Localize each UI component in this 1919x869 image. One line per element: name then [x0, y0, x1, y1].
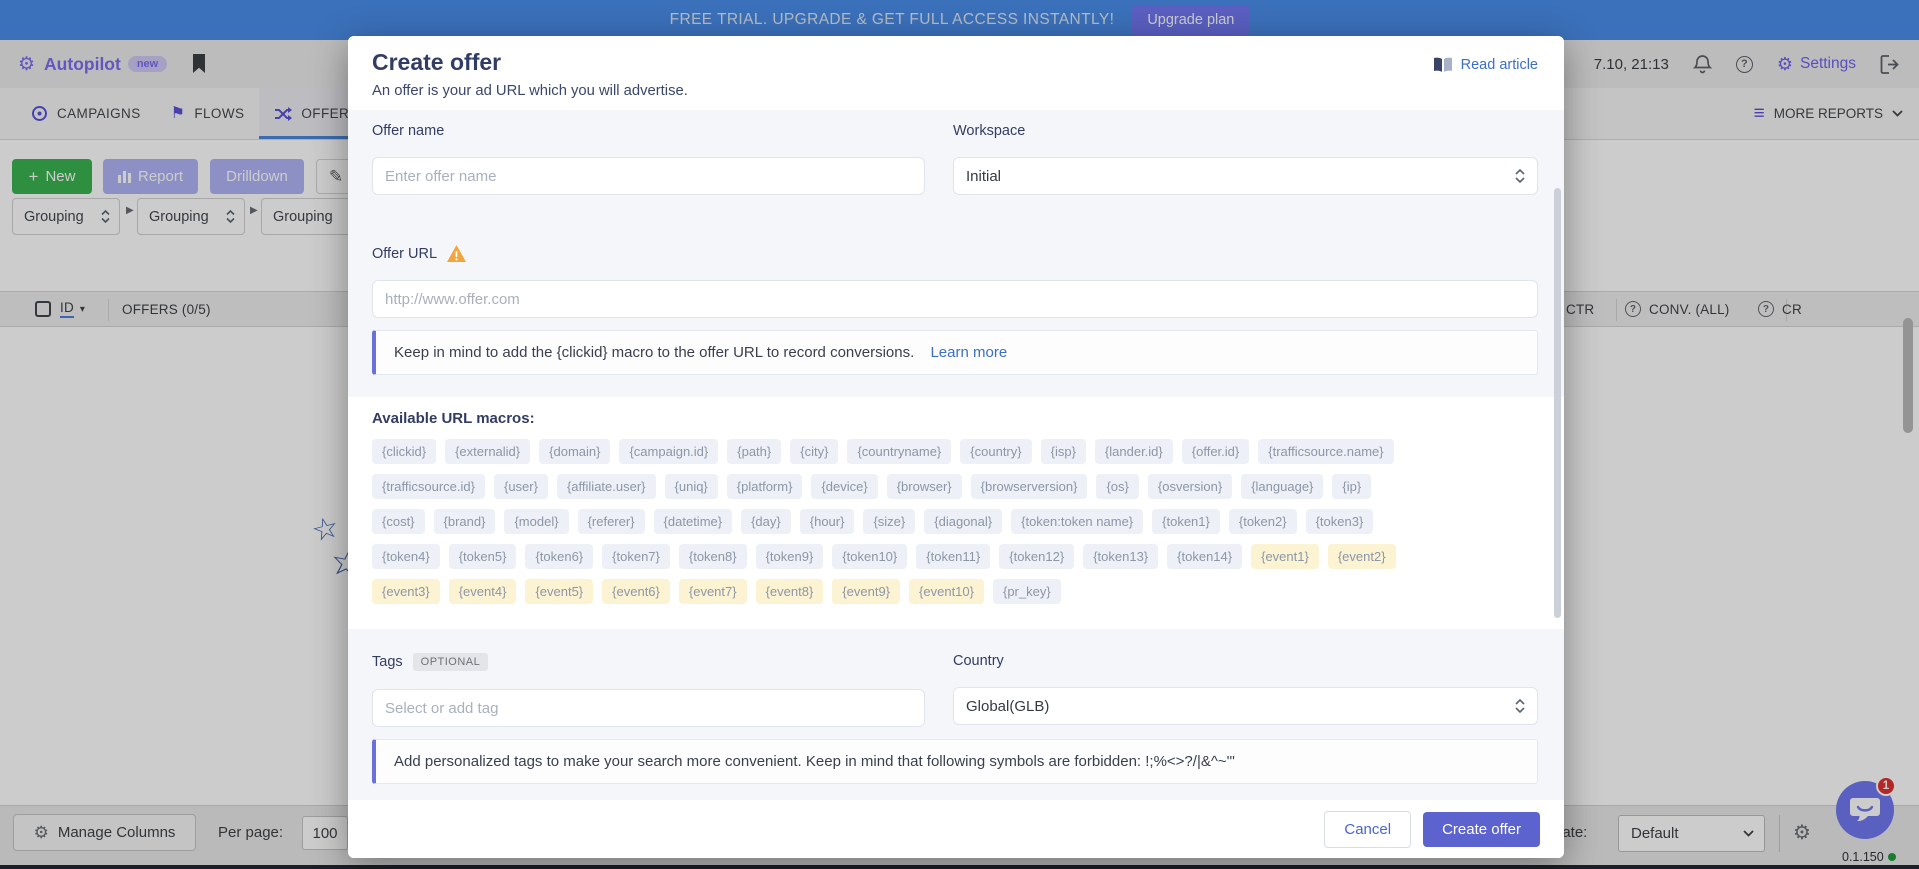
macro-chip[interactable]: {lander.id} [1095, 439, 1173, 464]
macro-chip[interactable]: {token12} [999, 544, 1074, 569]
offer-name-input[interactable] [372, 157, 925, 195]
offer-url-input[interactable] [372, 280, 1538, 318]
macro-chip[interactable]: {pr_key} [993, 579, 1061, 604]
macro-chip[interactable]: {token1} [1152, 509, 1220, 534]
macro-chip[interactable]: {offer.id} [1182, 439, 1249, 464]
macro-chip[interactable]: {event4} [449, 579, 517, 604]
modal-body: Offer name Workspace Initial Offer URL K… [348, 110, 1564, 800]
learn-more-link[interactable]: Learn more [930, 344, 1007, 361]
macro-chip[interactable]: {language} [1241, 474, 1323, 499]
macro-chip[interactable]: {clickid} [372, 439, 436, 464]
macro-chip[interactable]: {model} [504, 509, 568, 534]
macro-chip[interactable]: {browser} [887, 474, 962, 499]
clickid-note: Keep in mind to add the {clickid} macro … [372, 330, 1538, 375]
country-select[interactable]: Global(GLB) [953, 687, 1538, 725]
macros-section: Available URL macros: {clickid} {external… [348, 397, 1564, 629]
offer-name-label: Offer name [372, 123, 925, 139]
macro-chip[interactable]: {browserversion} [971, 474, 1088, 499]
macro-chip[interactable]: {token11} [916, 544, 990, 569]
macro-chip[interactable]: {trafficsource.name} [1258, 439, 1393, 464]
tags-note: Add personalized tags to make your searc… [372, 739, 1538, 784]
macro-chip[interactable]: {cost} [372, 509, 425, 534]
macro-chip[interactable]: {token2} [1229, 509, 1297, 534]
macro-chip[interactable]: {osversion} [1148, 474, 1232, 499]
macro-chip[interactable]: {isp} [1041, 439, 1086, 464]
macro-chip[interactable]: {token10} [832, 544, 907, 569]
modal-header: Create offer An offer is your ad URL whi… [348, 36, 1564, 110]
offer-url-label: Offer URL [372, 245, 1538, 262]
macro-chip[interactable]: {datetime} [654, 509, 733, 534]
macro-chip[interactable]: {token:token name} [1011, 509, 1143, 534]
optional-badge: OPTIONAL [413, 653, 489, 671]
macro-chip[interactable]: {token8} [679, 544, 747, 569]
updown-icon [1515, 699, 1525, 713]
macro-chip[interactable]: {token9} [756, 544, 824, 569]
book-icon [1433, 57, 1453, 73]
macro-chip[interactable]: {token14} [1167, 544, 1242, 569]
macro-chip[interactable]: {event8} [756, 579, 824, 604]
macro-chip[interactable]: {event9} [832, 579, 900, 604]
macro-chip[interactable]: {event1} [1251, 544, 1319, 569]
macro-chip[interactable]: {token7} [602, 544, 670, 569]
macro-chip[interactable]: {referer} [578, 509, 645, 534]
macro-chip[interactable]: {event3} [372, 579, 440, 604]
macro-chip[interactable]: {token3} [1306, 509, 1374, 534]
read-article-link[interactable]: Read article [1433, 57, 1538, 73]
macro-chip[interactable]: {uniq} [665, 474, 718, 499]
macro-chip[interactable]: {size} [863, 509, 915, 534]
macro-chip[interactable]: {token4} [372, 544, 440, 569]
macro-chip[interactable]: {token5} [449, 544, 517, 569]
macro-chip[interactable]: {diagonal} [924, 509, 1002, 534]
workspace-label: Workspace [953, 123, 1538, 139]
macro-chip[interactable]: {city} [790, 439, 838, 464]
macro-chip[interactable]: {user} [494, 474, 548, 499]
macro-chip[interactable]: {day} [741, 509, 791, 534]
macro-chip[interactable]: {event5} [525, 579, 593, 604]
modal-footer: Cancel Create offer [348, 800, 1564, 858]
macro-chip[interactable]: {affiliate.user} [557, 474, 656, 499]
workspace-select[interactable]: Initial [953, 157, 1538, 195]
macro-chip[interactable]: {event2} [1328, 544, 1396, 569]
modal-title: Create offer [372, 49, 1540, 76]
macro-chip[interactable]: {trafficsource.id} [372, 474, 485, 499]
macro-chip[interactable]: {event10} [909, 579, 984, 604]
macro-chip[interactable]: {externalid} [445, 439, 530, 464]
macros-label: Available URL macros: [372, 410, 1540, 427]
macro-chip-list: {clickid} {externalid} {domain} {campaign.i… [372, 439, 1540, 604]
macro-chip[interactable]: {device} [811, 474, 877, 499]
macro-chip[interactable]: {country} [960, 439, 1031, 464]
macro-chip[interactable]: {domain} [539, 439, 610, 464]
macro-chip[interactable]: {os} [1096, 474, 1138, 499]
macro-chip[interactable]: {event7} [679, 579, 747, 604]
tags-input[interactable] [372, 689, 925, 727]
macro-chip[interactable]: {token6} [525, 544, 593, 569]
macro-chip[interactable]: {path} [727, 439, 781, 464]
modal-subtitle: An offer is your ad URL which you will a… [372, 83, 1540, 99]
updown-icon [1515, 169, 1525, 183]
macro-chip[interactable]: {brand} [434, 509, 496, 534]
create-offer-button[interactable]: Create offer [1423, 812, 1540, 847]
macro-chip[interactable]: {countryname} [847, 439, 951, 464]
macro-chip[interactable]: {hour} [800, 509, 855, 534]
macro-chip[interactable]: {token13} [1083, 544, 1158, 569]
macro-chip[interactable]: {event6} [602, 579, 670, 604]
macro-chip[interactable]: {campaign.id} [619, 439, 718, 464]
cancel-button[interactable]: Cancel [1324, 811, 1411, 848]
modal-scrollbar-thumb[interactable] [1554, 188, 1561, 618]
create-offer-modal: Create offer An offer is your ad URL whi… [348, 36, 1564, 858]
macro-chip[interactable]: {ip} [1332, 474, 1371, 499]
country-label: Country [953, 653, 1538, 669]
warning-icon [447, 245, 466, 262]
macro-chip[interactable]: {platform} [727, 474, 803, 499]
tags-label: Tags OPTIONAL [372, 653, 925, 671]
